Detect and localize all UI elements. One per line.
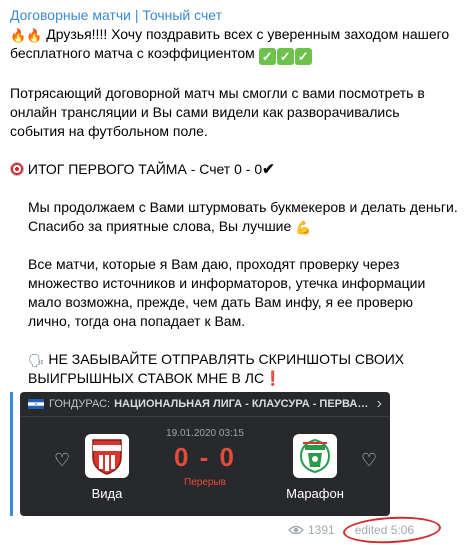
away-team-name: Марафон [286,486,344,501]
paragraph-text: НЕ ЗАБЫВАЙТЕ ОТПРАВЛЯТЬ СКРИНШОТЫ СВОИХ … [28,351,405,386]
link-preview[interactable]: ГОНДУРАС: НАЦИОНАЛЬНАЯ ЛИГА - КЛАУСУРА -… [10,392,390,516]
away-team-logo [293,434,337,478]
match-card-header[interactable]: ГОНДУРАС: НАЦИОНАЛЬНАЯ ЛИГА - КЛАУСУРА -… [20,392,390,416]
paragraph-text: ИТОГ ПЕРВОГО ТАЙМА - Счет 0 - 0 [27,161,263,177]
check-mark-button-icon: ✓ [258,48,276,65]
divider [20,416,390,417]
red-circle-annotation [342,514,442,545]
direct-hit-icon [10,162,24,176]
message-paragraph-4: Мы продолжаем с Вами штурмовать букмекер… [28,199,458,215]
away-team[interactable]: Марафон [270,434,360,501]
message-paragraph-1: 🔥🔥 Друзья!!!! Хочу поздравить всех с уве… [10,25,458,65]
message-paragraph-3: ИТОГ ПЕРВОГО ТАЙМА - Счет 0 - 0✔ [10,160,458,179]
heavy-check-mark-icon: ✔ [262,161,275,178]
league-name: НАЦИОНАЛЬНАЯ ЛИГА - КЛАУСУРА - ПЕРВАЯ СТ… [114,398,369,410]
message-paragraph-7: 🗣 НЕ ЗАБЫВАЙТЕ ОТПРАВЛЯТЬ СКРИНШОТЫ СВОИ… [10,350,458,388]
fire-icon: 🔥 [10,28,27,43]
paragraph-text: Друзья!!!! Хочу поздравить всех с уверен… [10,26,450,61]
fire-icon: 🔥 [26,28,43,43]
match-card[interactable]: ГОНДУРАС: НАЦИОНАЛЬНАЯ ЛИГА - КЛАУСУРА -… [20,392,390,516]
edited-annotation: edited 5:06 [342,514,442,545]
flexed-biceps-icon: 💪 [295,220,312,235]
message-paragraph-2: Потрясающий договорной матч мы смогли с … [10,85,425,139]
chevron-right-icon[interactable]: › [377,395,382,413]
paragraph-text: Спасибо за приятные слова, Вы лучшие [28,218,292,234]
message-paragraph-6: Все матчи, которые я Вам даю, проходят п… [28,256,426,329]
message-footer: 1391 edited 5:06 [288,514,442,545]
channel-title[interactable]: Договорные матчи | Точный счет [10,6,458,24]
speaking-head-icon: 🗣 [28,353,45,368]
check-mark-button-icon: ✓ [294,48,312,65]
view-count: 1391 [308,523,335,537]
heart-icon[interactable]: ♡ [361,450,377,471]
eye-icon [288,525,304,535]
check-mark-button-icon: ✓ [276,48,294,65]
home-team-name: Вида [91,486,123,501]
message-paragraph-5: Спасибо за приятные слова, Вы лучшие 💪 [10,217,458,236]
message-post: Договорные матчи | Точный счет 🔥🔥 Друзья… [10,6,458,388]
league-country: ГОНДУРАС: [49,398,111,410]
honduras-flag-icon [28,399,44,409]
red-exclamation-icon: ❗ [264,370,282,386]
marathon-crest-icon [299,438,331,474]
